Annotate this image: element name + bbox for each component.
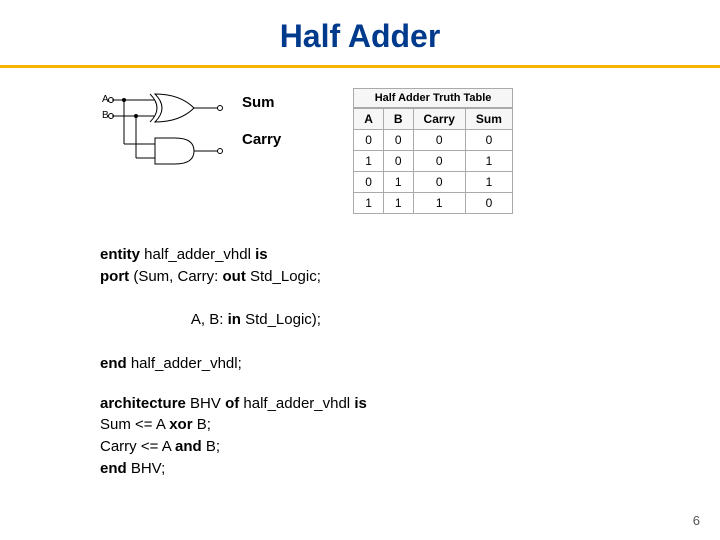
table-row: 0000 [354,130,513,151]
carry-output-label: Carry [242,131,281,148]
code-line: A, B: in Std_Logic); [100,288,720,353]
code-line: entity half_adder_vhdl is [100,244,720,266]
truth-table-block: Half Adder Truth Table A B Carry Sum 000… [353,88,513,214]
code-line: Sum <= A xor B; [100,414,720,436]
table-row: 1001 [354,151,513,172]
table-row: 1110 [354,193,513,214]
code-line: architecture BHV of half_adder_vhdl is [100,393,720,415]
th-sum: Sum [465,109,512,130]
code-line: Carry <= A and B; [100,436,720,458]
input-a-label: A [102,94,109,105]
table-row: 0101 [354,172,513,193]
table-row: A B Carry Sum [354,109,513,130]
page-number: 6 [693,513,700,528]
truth-table-title: Half Adder Truth Table [353,88,513,108]
th-carry: Carry [413,109,465,130]
sum-output-label: Sum [242,94,281,111]
vhdl-code-block: entity half_adder_vhdl is port (Sum, Car… [100,244,720,480]
th-a: A [354,109,384,130]
input-b-label: B [102,110,109,121]
truth-table: A B Carry Sum 0000 1001 0101 1110 [353,108,513,214]
code-line: end BHV; [100,458,720,480]
circuit-svg: A B [100,88,230,178]
page-title: Half Adder [0,0,720,55]
code-line: end half_adder_vhdl; [100,353,720,375]
th-b: B [383,109,413,130]
code-line: port (Sum, Carry: out Std_Logic; [100,266,720,288]
half-adder-circuit: A B [100,88,230,178]
